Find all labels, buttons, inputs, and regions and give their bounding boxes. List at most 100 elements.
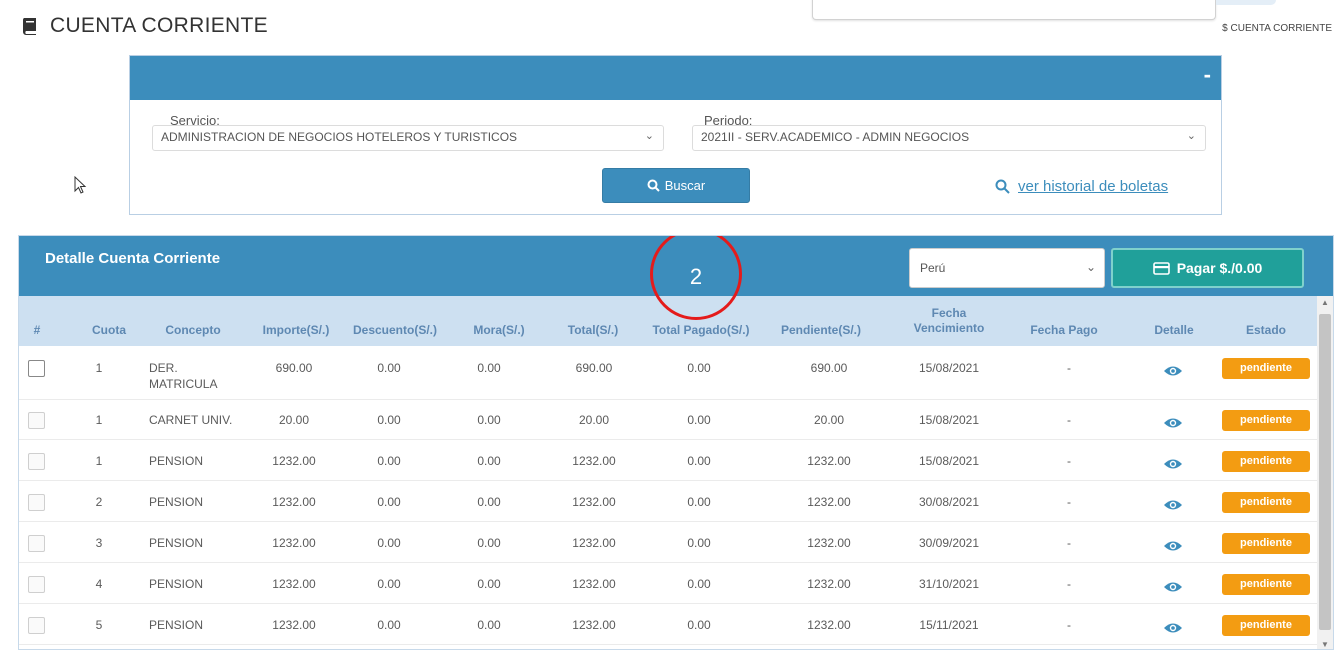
detail-title: Detalle Cuenta Corriente: [45, 250, 221, 267]
eye-icon[interactable]: [1163, 498, 1183, 512]
cell-pendiente: 1232.00: [807, 577, 851, 591]
collapse-button[interactable]: -: [1204, 64, 1211, 86]
cell-importe: 1232.00: [272, 577, 316, 591]
page-title: CUENTA CORRIENTE: [50, 14, 268, 37]
cell-fecha-pago: -: [1067, 536, 1071, 550]
cell-concepto: PENSION: [149, 618, 204, 632]
cell-descuento: 0.00: [377, 536, 401, 550]
chevron-down-icon: ⌄: [1186, 130, 1196, 142]
pagar-button[interactable]: Pagar $./0.00: [1111, 248, 1304, 288]
cell-total-pagado: 0.00: [687, 361, 711, 375]
cell-descuento: 0.00: [377, 495, 401, 509]
cell-cuota: 1: [95, 454, 103, 468]
cell-mora: 0.00: [477, 361, 501, 375]
top-search-box[interactable]: [812, 0, 1216, 20]
header-accent: [1216, 0, 1276, 5]
cell-vencimiento: 30/08/2021: [918, 495, 980, 509]
eye-icon[interactable]: [1163, 364, 1183, 378]
eye-icon[interactable]: [1163, 580, 1183, 594]
servicio-select[interactable]: ADMINISTRACION DE NEGOCIOS HOTELEROS Y T…: [152, 125, 664, 151]
row-checkbox[interactable]: [28, 535, 45, 552]
buscar-button[interactable]: Buscar: [602, 168, 750, 203]
country-value: Perú: [920, 261, 946, 275]
cell-concepto: PENSION: [149, 495, 204, 509]
cell-fecha-pago: -: [1067, 454, 1071, 468]
eye-icon[interactable]: [1163, 621, 1183, 635]
book-icon: [22, 18, 36, 35]
cell-descuento: 0.00: [377, 618, 401, 632]
search-icon: [995, 179, 1010, 194]
scroll-up-icon[interactable]: ▲: [1317, 298, 1333, 307]
cell-cuota: 5: [95, 618, 103, 632]
row-checkbox[interactable]: [28, 576, 45, 593]
row-checkbox[interactable]: [28, 617, 45, 634]
cell-total-pagado: 0.00: [687, 495, 711, 509]
table-row: 3 PENSION 1232.00 0.00 0.00 1232.00 0.00…: [19, 523, 1317, 563]
table-row: 1 DER. MATRICULA 690.00 0.00 0.00 690.00…: [19, 348, 1317, 400]
cell-fecha-pago: -: [1067, 577, 1071, 591]
status-badge: pendiente: [1222, 492, 1310, 513]
table-row: 1 CARNET UNIV. 20.00 0.00 0.00 20.00 0.0…: [19, 400, 1317, 440]
eye-icon[interactable]: [1163, 416, 1183, 430]
eye-icon[interactable]: [1163, 457, 1183, 471]
cell-pendiente: 1232.00: [807, 618, 851, 632]
column-header: Cuota: [92, 323, 126, 337]
cell-mora: 0.00: [477, 618, 501, 632]
cell-total-pagado: 0.00: [687, 618, 711, 632]
servicio-value: ADMINISTRACION DE NEGOCIOS HOTELEROS Y T…: [161, 130, 518, 144]
column-header: Pendiente(S/.): [780, 323, 861, 337]
table-row: 5 PENSION 1232.00 0.00 0.00 1232.00 0.00…: [19, 605, 1317, 645]
cell-total-pagado: 0.00: [687, 454, 711, 468]
column-header: Total(S/.): [567, 323, 619, 337]
cell-total: 1232.00: [572, 536, 616, 550]
table-row: 2 PENSION 1232.00 0.00 0.00 1232.00 0.00…: [19, 482, 1317, 522]
status-badge: pendiente: [1222, 615, 1310, 636]
scrollbar-thumb[interactable]: [1319, 314, 1331, 630]
cell-concepto: PENSION: [149, 577, 204, 591]
cell-vencimiento: 15/11/2021: [919, 618, 979, 632]
row-checkbox[interactable]: [28, 412, 45, 429]
table-scrollbar[interactable]: ▲ ▼: [1317, 296, 1333, 649]
detail-panel: Detalle Cuenta Corriente Perú ⌄ Pagar $.…: [18, 235, 1334, 650]
periodo-select[interactable]: 2021II - SERV.ACADEMICO - ADMIN NEGOCIOS…: [692, 125, 1206, 151]
column-header: Estado: [1245, 323, 1286, 337]
breadcrumb[interactable]: $ CUENTA CORRIENTE: [1222, 23, 1332, 34]
cell-pendiente: 690.00: [810, 361, 848, 375]
cell-total-pagado: 0.00: [687, 577, 711, 591]
cell-vencimiento: 15/08/2021: [918, 361, 980, 375]
status-badge: pendiente: [1222, 358, 1310, 379]
table-row: 1 PENSION 1232.00 0.00 0.00 1232.00 0.00…: [19, 441, 1317, 481]
cell-descuento: 0.00: [377, 454, 401, 468]
column-header: Concepto: [165, 323, 221, 337]
eye-icon[interactable]: [1163, 539, 1183, 553]
status-badge: pendiente: [1222, 410, 1310, 431]
cell-cuota: 3: [95, 536, 103, 550]
scroll-down-icon[interactable]: ▼: [1317, 640, 1333, 649]
column-header: Detalle: [1154, 323, 1194, 337]
cell-importe: 1232.00: [272, 536, 316, 550]
cell-importe: 1232.00: [272, 495, 316, 509]
chevron-down-icon: ⌄: [1085, 260, 1096, 274]
historial-link[interactable]: ver historial de boletas: [995, 178, 1168, 195]
cell-total: 1232.00: [572, 618, 616, 632]
row-checkbox[interactable]: [28, 453, 45, 470]
row-checkbox[interactable]: [28, 494, 45, 511]
row-checkbox[interactable]: [28, 360, 45, 377]
cell-total: 1232.00: [572, 577, 616, 591]
cell-total-pagado: 0.00: [687, 413, 711, 427]
cell-fecha-pago: -: [1067, 413, 1071, 427]
mouse-cursor-icon: [74, 176, 87, 194]
country-select[interactable]: Perú ⌄: [909, 248, 1105, 288]
cell-pendiente: 1232.00: [807, 536, 851, 550]
cell-mora: 0.00: [477, 413, 501, 427]
pagar-label: Pagar $./0.00: [1176, 260, 1263, 276]
cell-fecha-pago: -: [1067, 618, 1071, 632]
detail-panel-header: Detalle Cuenta Corriente Perú ⌄ Pagar $.…: [19, 236, 1333, 296]
column-header: Fecha Pago: [1030, 323, 1098, 337]
cell-mora: 0.00: [477, 495, 501, 509]
search-icon: [647, 179, 660, 192]
periodo-value: 2021II - SERV.ACADEMICO - ADMIN NEGOCIOS: [701, 130, 970, 144]
cell-concepto: CARNET UNIV.: [149, 413, 233, 427]
cell-descuento: 0.00: [377, 361, 401, 375]
cell-importe: 1232.00: [272, 618, 316, 632]
